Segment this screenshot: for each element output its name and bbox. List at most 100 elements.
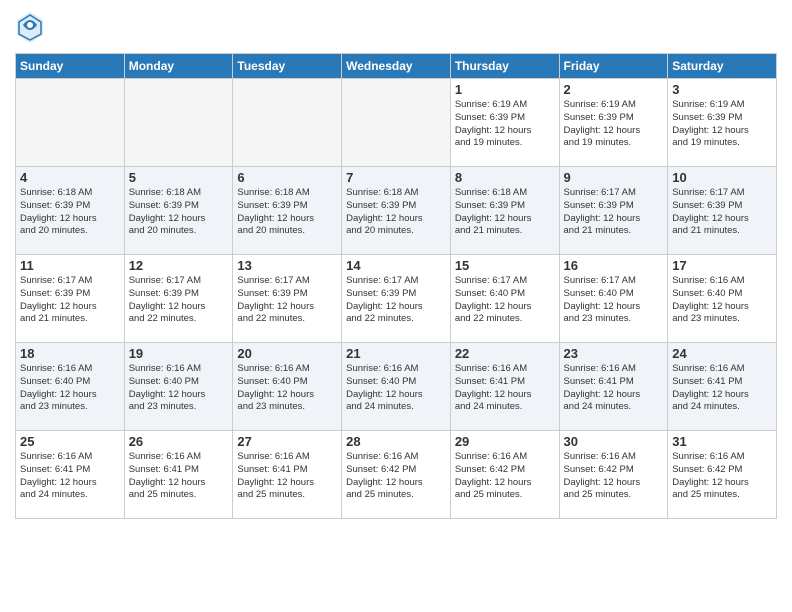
day-info: Sunrise: 6:19 AM Sunset: 6:39 PM Dayligh… [672,99,772,150]
day-number: 2 [564,82,664,97]
day-info: Sunrise: 6:18 AM Sunset: 6:39 PM Dayligh… [20,187,120,238]
day-info: Sunrise: 6:16 AM Sunset: 6:41 PM Dayligh… [672,363,772,414]
day-number: 7 [346,170,446,185]
day-info: Sunrise: 6:16 AM Sunset: 6:42 PM Dayligh… [672,451,772,502]
calendar-cell: 16Sunrise: 6:17 AM Sunset: 6:40 PM Dayli… [559,255,668,343]
header-day-tuesday: Tuesday [233,54,342,79]
day-number: 12 [129,258,229,273]
day-info: Sunrise: 6:16 AM Sunset: 6:42 PM Dayligh… [455,451,555,502]
calendar-cell: 20 Sunrise: 6:16 AM Sunset: 6:40 PM Dayli… [233,343,342,431]
day-info: Sunrise: 6:17 AM Sunset: 6:39 PM Dayligh… [237,275,337,326]
day-info: Sunrise: 6:16 AM Sunset: 6:40 PM Dayligh… [20,363,120,414]
day-number: 8 [455,170,555,185]
day-number: 31 [672,434,772,449]
day-number: 21 [346,346,446,361]
header-day-wednesday: Wednesday [342,54,451,79]
page: SundayMondayTuesdayWednesdayThursdayFrid… [0,0,792,612]
day-number: 14 [346,258,446,273]
calendar-cell: 7 Sunrise: 6:18 AM Sunset: 6:39 PM Daylig… [342,167,451,255]
day-info: Sunrise: 6:18 AM Sunset: 6:39 PM Dayligh… [129,187,229,238]
day-info: Sunrise: 6:17 AM Sunset: 6:39 PM Dayligh… [20,275,120,326]
calendar-cell [16,79,125,167]
header [15,10,777,45]
day-info: Sunrise: 6:16 AM Sunset: 6:40 PM Dayligh… [346,363,446,414]
day-info: Sunrise: 6:16 AM Sunset: 6:40 PM Dayligh… [129,363,229,414]
header-day-monday: Monday [124,54,233,79]
calendar: SundayMondayTuesdayWednesdayThursdayFrid… [15,53,777,519]
calendar-cell: 23 Sunrise: 6:16 AM Sunset: 6:41 PM Dayli… [559,343,668,431]
calendar-cell: 3Sunrise: 6:19 AM Sunset: 6:39 PM Daylig… [668,79,777,167]
calendar-cell: 17 Sunrise: 6:16 AM Sunset: 6:40 PM Dayli… [668,255,777,343]
calendar-cell: 22 Sunrise: 6:16 AM Sunset: 6:41 PM Dayli… [450,343,559,431]
day-number: 20 [237,346,337,361]
header-day-saturday: Saturday [668,54,777,79]
calendar-cell: 29Sunrise: 6:16 AM Sunset: 6:42 PM Dayli… [450,431,559,519]
day-info: Sunrise: 6:16 AM Sunset: 6:40 PM Dayligh… [672,275,772,326]
calendar-cell: 11 Sunrise: 6:17 AM Sunset: 6:39 PM Dayli… [16,255,125,343]
day-number: 10 [672,170,772,185]
day-info: Sunrise: 6:16 AM Sunset: 6:41 PM Dayligh… [20,451,120,502]
calendar-cell [124,79,233,167]
day-number: 4 [20,170,120,185]
day-number: 13 [237,258,337,273]
day-info: Sunrise: 6:16 AM Sunset: 6:40 PM Dayligh… [237,363,337,414]
day-number: 27 [237,434,337,449]
calendar-cell: 9 Sunrise: 6:17 AM Sunset: 6:39 PM Daylig… [559,167,668,255]
calendar-week-2: 11 Sunrise: 6:17 AM Sunset: 6:39 PM Dayli… [16,255,777,343]
day-info: Sunrise: 6:16 AM Sunset: 6:42 PM Dayligh… [346,451,446,502]
day-number: 24 [672,346,772,361]
day-number: 9 [564,170,664,185]
calendar-cell: 10 Sunrise: 6:17 AM Sunset: 6:39 PM Dayli… [668,167,777,255]
calendar-cell: 30Sunrise: 6:16 AM Sunset: 6:42 PM Dayli… [559,431,668,519]
calendar-cell: 14Sunrise: 6:17 AM Sunset: 6:39 PM Dayli… [342,255,451,343]
calendar-header-row: SundayMondayTuesdayWednesdayThursdayFrid… [16,54,777,79]
day-number: 22 [455,346,555,361]
header-day-friday: Friday [559,54,668,79]
day-number: 18 [20,346,120,361]
header-day-sunday: Sunday [16,54,125,79]
logo-icon [15,10,45,45]
day-info: Sunrise: 6:17 AM Sunset: 6:39 PM Dayligh… [564,187,664,238]
day-number: 11 [20,258,120,273]
calendar-cell: 18 Sunrise: 6:16 AM Sunset: 6:40 PM Dayli… [16,343,125,431]
calendar-cell: 25Sunrise: 6:16 AM Sunset: 6:41 PM Dayli… [16,431,125,519]
day-info: Sunrise: 6:17 AM Sunset: 6:39 PM Dayligh… [672,187,772,238]
day-info: Sunrise: 6:16 AM Sunset: 6:41 PM Dayligh… [455,363,555,414]
day-number: 17 [672,258,772,273]
day-info: Sunrise: 6:16 AM Sunset: 6:41 PM Dayligh… [564,363,664,414]
calendar-cell: 31 Sunrise: 6:16 AM Sunset: 6:42 PM Dayli… [668,431,777,519]
day-info: Sunrise: 6:16 AM Sunset: 6:42 PM Dayligh… [564,451,664,502]
calendar-cell: 28 Sunrise: 6:16 AM Sunset: 6:42 PM Dayli… [342,431,451,519]
day-info: Sunrise: 6:16 AM Sunset: 6:41 PM Dayligh… [237,451,337,502]
day-info: Sunrise: 6:17 AM Sunset: 6:39 PM Dayligh… [129,275,229,326]
calendar-cell: 15 Sunrise: 6:17 AM Sunset: 6:40 PM Dayli… [450,255,559,343]
calendar-cell: 1Sunrise: 6:19 AM Sunset: 6:39 PM Daylig… [450,79,559,167]
calendar-cell [233,79,342,167]
calendar-week-1: 4 Sunrise: 6:18 AM Sunset: 6:39 PM Daylig… [16,167,777,255]
calendar-cell: 27 Sunrise: 6:16 AM Sunset: 6:41 PM Dayli… [233,431,342,519]
calendar-week-4: 25Sunrise: 6:16 AM Sunset: 6:41 PM Dayli… [16,431,777,519]
day-info: Sunrise: 6:17 AM Sunset: 6:40 PM Dayligh… [455,275,555,326]
calendar-week-3: 18 Sunrise: 6:16 AM Sunset: 6:40 PM Dayli… [16,343,777,431]
day-number: 15 [455,258,555,273]
day-info: Sunrise: 6:19 AM Sunset: 6:39 PM Dayligh… [564,99,664,150]
calendar-cell: 6 Sunrise: 6:18 AM Sunset: 6:39 PM Daylig… [233,167,342,255]
day-number: 6 [237,170,337,185]
header-day-thursday: Thursday [450,54,559,79]
logo [15,10,47,45]
day-number: 16 [564,258,664,273]
calendar-cell: 21 Sunrise: 6:16 AM Sunset: 6:40 PM Dayli… [342,343,451,431]
calendar-cell: 26Sunrise: 6:16 AM Sunset: 6:41 PM Dayli… [124,431,233,519]
calendar-cell: 4 Sunrise: 6:18 AM Sunset: 6:39 PM Daylig… [16,167,125,255]
calendar-cell: 2 Sunrise: 6:19 AM Sunset: 6:39 PM Daylig… [559,79,668,167]
day-number: 26 [129,434,229,449]
day-number: 23 [564,346,664,361]
calendar-week-0: 1Sunrise: 6:19 AM Sunset: 6:39 PM Daylig… [16,79,777,167]
day-number: 19 [129,346,229,361]
day-info: Sunrise: 6:18 AM Sunset: 6:39 PM Dayligh… [237,187,337,238]
day-info: Sunrise: 6:18 AM Sunset: 6:39 PM Dayligh… [455,187,555,238]
day-number: 28 [346,434,446,449]
calendar-cell: 19 Sunrise: 6:16 AM Sunset: 6:40 PM Dayli… [124,343,233,431]
day-info: Sunrise: 6:18 AM Sunset: 6:39 PM Dayligh… [346,187,446,238]
day-info: Sunrise: 6:19 AM Sunset: 6:39 PM Dayligh… [455,99,555,150]
